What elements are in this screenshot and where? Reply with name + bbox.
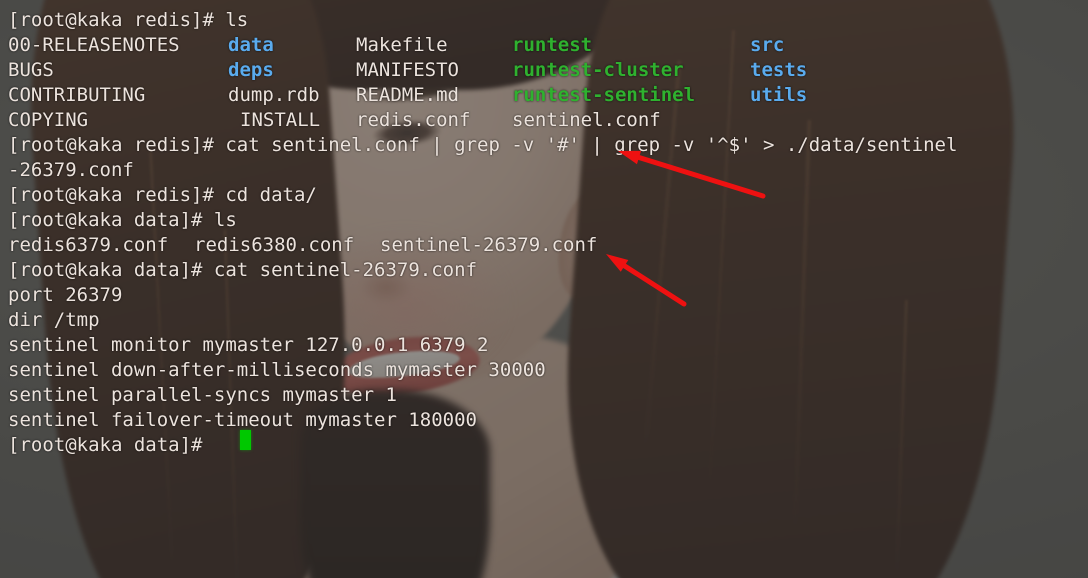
terminal-text-segment: cd data/ <box>225 184 317 206</box>
terminal-text-segment: port 26379 <box>8 284 123 306</box>
terminal-file-entry: deps <box>228 59 274 81</box>
terminal-text-segment: sentinel monitor mymaster 127.0.0.1 6379… <box>8 334 489 356</box>
terminal-file-entry: sentinel.conf <box>512 109 661 131</box>
line-conf-down-after: sentinel down-after-milliseconds mymaste… <box>8 358 546 383</box>
terminal-file-entry: dump.rdb <box>228 84 320 106</box>
terminal-file-entry: COPYING <box>8 109 89 131</box>
terminal-text-segment: ls <box>213 209 237 231</box>
line-final-prompt: [root@kaka data]# <box>8 433 214 458</box>
terminal-text-segment: [root@kaka redis]# <box>8 9 226 31</box>
terminal-text-segment: cat sentinel.conf | grep -v '#' | grep -… <box>225 134 958 156</box>
terminal-file-entry: 00-RELEASENOTES <box>8 34 180 56</box>
terminal-file-entry: redis6379.conf <box>8 234 169 256</box>
terminal-text-segment: [root@kaka redis]# <box>8 184 226 206</box>
terminal-text-segment: [root@kaka data]# <box>8 259 214 281</box>
terminal-file-entry: CONTRIBUTING <box>8 84 146 106</box>
line-cmd-cat-grep-wrap: -26379.conf <box>8 158 134 183</box>
terminal-text-segment: sentinel down-after-milliseconds mymaste… <box>8 359 546 381</box>
terminal-output[interactable]: [root@kaka redis]# ls 00-RELEASENOTES data… <box>0 0 1088 578</box>
terminal-file-entry: README.md <box>356 84 459 106</box>
terminal-file-entry: BUGS <box>8 59 54 81</box>
terminal-file-entry: runtest-cluster <box>512 59 684 81</box>
terminal-file-entry: data <box>228 34 274 56</box>
line-cmd-cd-data: [root@kaka redis]# cd data/ <box>8 183 317 208</box>
terminal-file-entry: Makefile <box>356 34 448 56</box>
line-conf-monitor: sentinel monitor mymaster 127.0.0.1 6379… <box>8 333 488 358</box>
terminal-text-segment: ls <box>225 9 249 31</box>
line-conf-dir: dir /tmp <box>8 308 100 333</box>
terminal-text-segment: -26379.conf <box>8 159 134 181</box>
terminal-file-entry: redis.conf <box>356 109 471 131</box>
terminal-text-segment: sentinel parallel-syncs mymaster 1 <box>8 384 397 406</box>
terminal-file-entry: src <box>750 34 785 56</box>
line-conf-parallel-syncs: sentinel parallel-syncs mymaster 1 <box>8 383 397 408</box>
terminal-text-segment: [root@kaka data]# <box>8 209 214 231</box>
terminal-file-entry: sentinel-26379.conf <box>380 234 598 256</box>
terminal-text-segment: sentinel failover-timeout mymaster 18000… <box>8 409 477 431</box>
terminal-file-entry: tests <box>750 59 808 81</box>
terminal-file-entry: redis6380.conf <box>194 234 355 256</box>
terminal-text-segment: dir /tmp <box>8 309 100 331</box>
terminal-file-entry: runtest <box>512 34 593 56</box>
line-cmd-ls-2: [root@kaka data]# ls <box>8 208 237 233</box>
line-cmd-ls-1: [root@kaka redis]# ls <box>8 8 248 33</box>
terminal-file-entry: INSTALL <box>240 109 321 131</box>
terminal-text-segment: [root@kaka redis]# <box>8 134 226 156</box>
terminal-text-segment: [root@kaka data]# <box>8 434 214 456</box>
line-cmd-cat-sentinel: [root@kaka data]# cat sentinel-26379.con… <box>8 258 477 283</box>
terminal-file-entry: runtest-sentinel <box>512 84 696 106</box>
terminal-file-entry: utils <box>750 84 808 106</box>
line-cmd-cat-grep: [root@kaka redis]# cat sentinel.conf | g… <box>8 133 957 158</box>
line-conf-port: port 26379 <box>8 283 122 308</box>
terminal-cursor[interactable] <box>240 430 251 450</box>
terminal-window[interactable]: [root@kaka redis]# ls 00-RELEASENOTES data… <box>0 0 1088 578</box>
terminal-file-entry: MANIFESTO <box>356 59 459 81</box>
terminal-text-segment: cat sentinel-26379.conf <box>213 259 478 281</box>
